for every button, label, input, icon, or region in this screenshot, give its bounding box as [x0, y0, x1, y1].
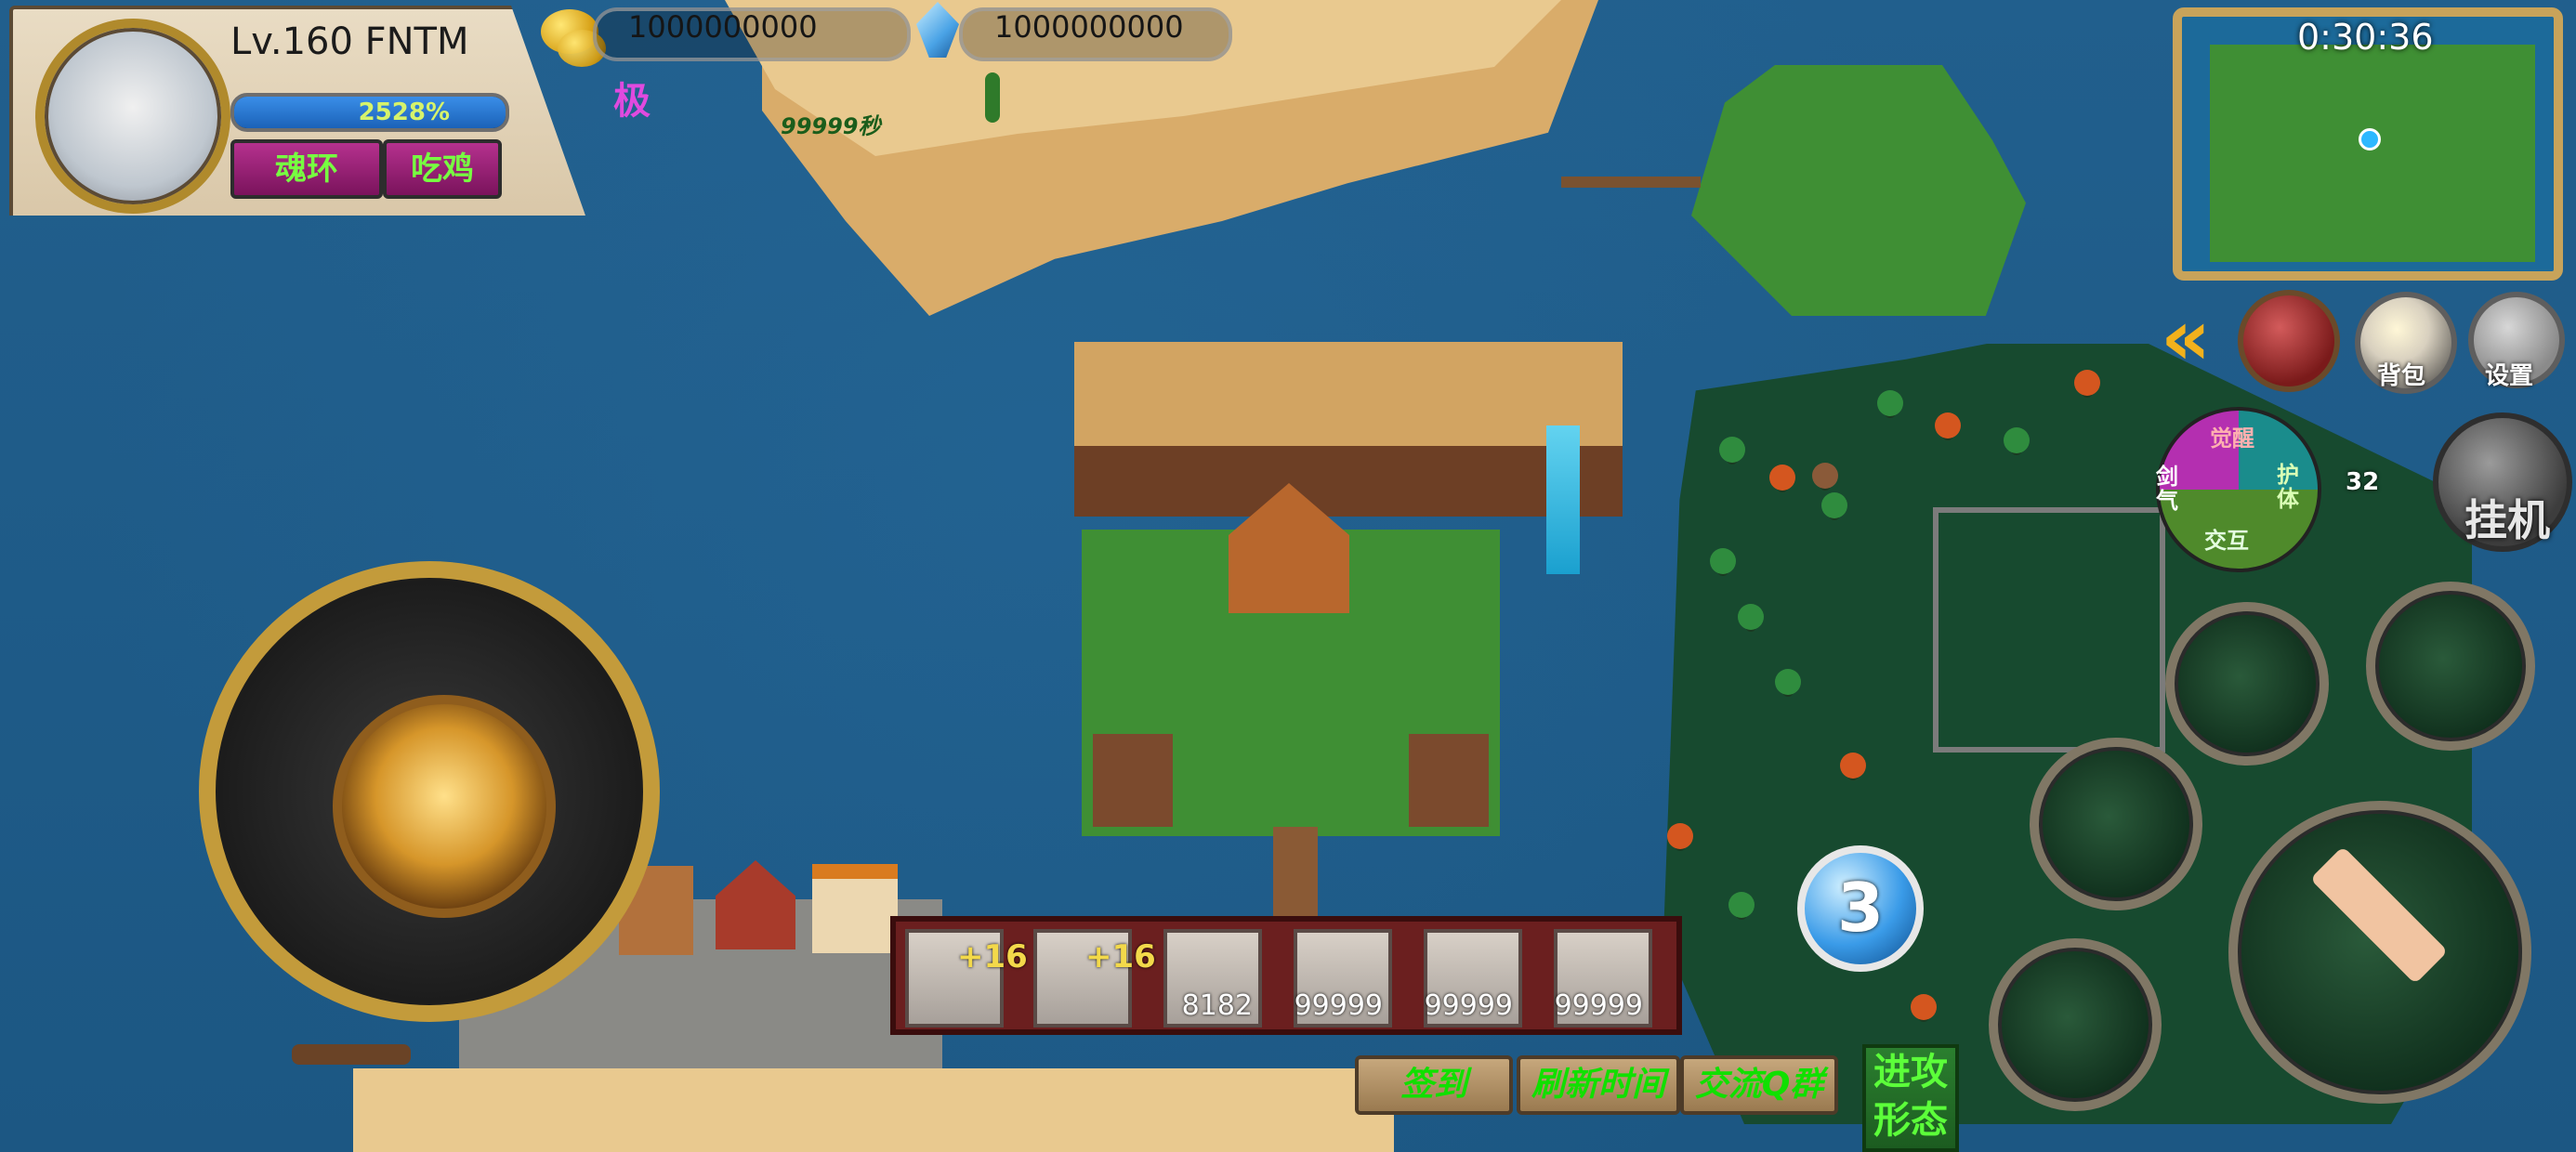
tree: [2004, 427, 2030, 453]
player-level: Lv.160 FNTM: [230, 20, 469, 63]
attack-form-line1: 进攻: [1873, 1051, 1948, 1093]
gold-amount: 1000000000: [628, 9, 818, 45]
item-slot[interactable]: +16: [905, 929, 1028, 1028]
item-slot[interactable]: 99999: [1554, 929, 1652, 1028]
item-count: 8182: [1181, 989, 1253, 1022]
sign-in-button[interactable]: 签到: [1355, 1055, 1513, 1115]
farm-plot-left: [1093, 734, 1173, 827]
tree: [1840, 753, 1866, 779]
item-bar: +16 +16 8182 99999 99999 99999: [890, 916, 1682, 1035]
tree: [1935, 412, 1961, 439]
minimap-player-marker: [2359, 128, 2381, 151]
village-house: [716, 860, 795, 949]
skill-wheel-top[interactable]: 觉醒: [2210, 420, 2254, 452]
bottom-beach: [353, 1068, 1394, 1152]
tier-badge: 极: [613, 80, 651, 123]
player-avatar[interactable]: [35, 19, 230, 214]
minimap-island: [2210, 45, 2535, 262]
boat: [292, 1044, 411, 1065]
double-chevron-left-icon[interactable]: «: [2152, 295, 2219, 379]
skill-button-1[interactable]: [2165, 602, 2329, 766]
timer-label: 99999秒: [781, 113, 881, 139]
tree: [2074, 370, 2100, 396]
tree: [1812, 463, 1838, 489]
joystick-knob[interactable]: [333, 695, 556, 918]
tree: [1877, 390, 1903, 416]
auto-battle-label: 挂机: [2464, 495, 2550, 545]
item-count: 99999: [1424, 989, 1513, 1022]
soul-ring-button[interactable]: 魂环: [230, 139, 383, 199]
refresh-time-button[interactable]: 刷新时间: [1517, 1055, 1680, 1115]
attack-form-button[interactable]: 进攻 形态: [1862, 1044, 1959, 1152]
tree: [1911, 994, 1937, 1020]
cactus: [985, 72, 1000, 123]
tree: [1738, 604, 1764, 630]
skill-button-4[interactable]: [1989, 938, 2162, 1111]
tree: [1719, 437, 1745, 463]
item-slot[interactable]: 99999: [1294, 929, 1392, 1028]
item-plus: +16: [1085, 938, 1156, 975]
item-slot[interactable]: 99999: [1424, 929, 1522, 1028]
skill-button-2[interactable]: [2366, 582, 2535, 751]
tree: [1728, 892, 1755, 918]
xp-bar: 2528%: [230, 93, 509, 132]
xp-percent: 2528%: [358, 98, 450, 126]
minimap-time: 0:30:36: [2297, 17, 2434, 58]
skill-wheel-count: 32: [2346, 468, 2380, 496]
settings-label: 设置: [2485, 362, 2534, 390]
stone-enclosure: [1933, 507, 2165, 753]
gourd-icon[interactable]: [2238, 290, 2340, 392]
skill-button-3[interactable]: [2030, 738, 2202, 910]
tree: [1775, 669, 1801, 695]
tree: [1710, 548, 1736, 574]
virtual-joystick[interactable]: [199, 561, 660, 1022]
item-plus: +16: [957, 938, 1028, 975]
tree: [1821, 492, 1847, 518]
bridge: [1561, 177, 1701, 188]
skill-wheel-bottom[interactable]: 交互: [2204, 522, 2249, 555]
diamond-amount: 1000000000: [994, 9, 1184, 45]
skill-wheel-right[interactable]: 护体: [2277, 463, 2299, 511]
skill-wheel-left[interactable]: 剑气: [2156, 465, 2178, 513]
attack-form-line2: 形态: [1873, 1099, 1948, 1142]
item-slot[interactable]: 8182: [1163, 929, 1262, 1028]
bag-label: 背包: [2377, 362, 2426, 390]
eat-chicken-button[interactable]: 吃鸡: [383, 139, 502, 199]
plateau-cliff: [1074, 446, 1623, 517]
item-count: 99999: [1294, 989, 1383, 1022]
village-shop: [812, 864, 898, 953]
grass-island-top-right: [1691, 65, 2026, 316]
sword-attack-button[interactable]: [2228, 801, 2531, 1104]
waterfall: [1546, 425, 1580, 574]
tree: [1769, 465, 1795, 491]
item-slot[interactable]: +16: [1033, 929, 1156, 1028]
pier: [1273, 827, 1318, 929]
tree: [1667, 823, 1693, 849]
farm-plot-right: [1409, 734, 1489, 827]
q-group-button[interactable]: 交流Q群: [1680, 1055, 1838, 1115]
counter-bubble[interactable]: 3: [1797, 845, 1924, 972]
item-count: 99999: [1554, 989, 1643, 1022]
plateau-top: [1074, 342, 1623, 452]
